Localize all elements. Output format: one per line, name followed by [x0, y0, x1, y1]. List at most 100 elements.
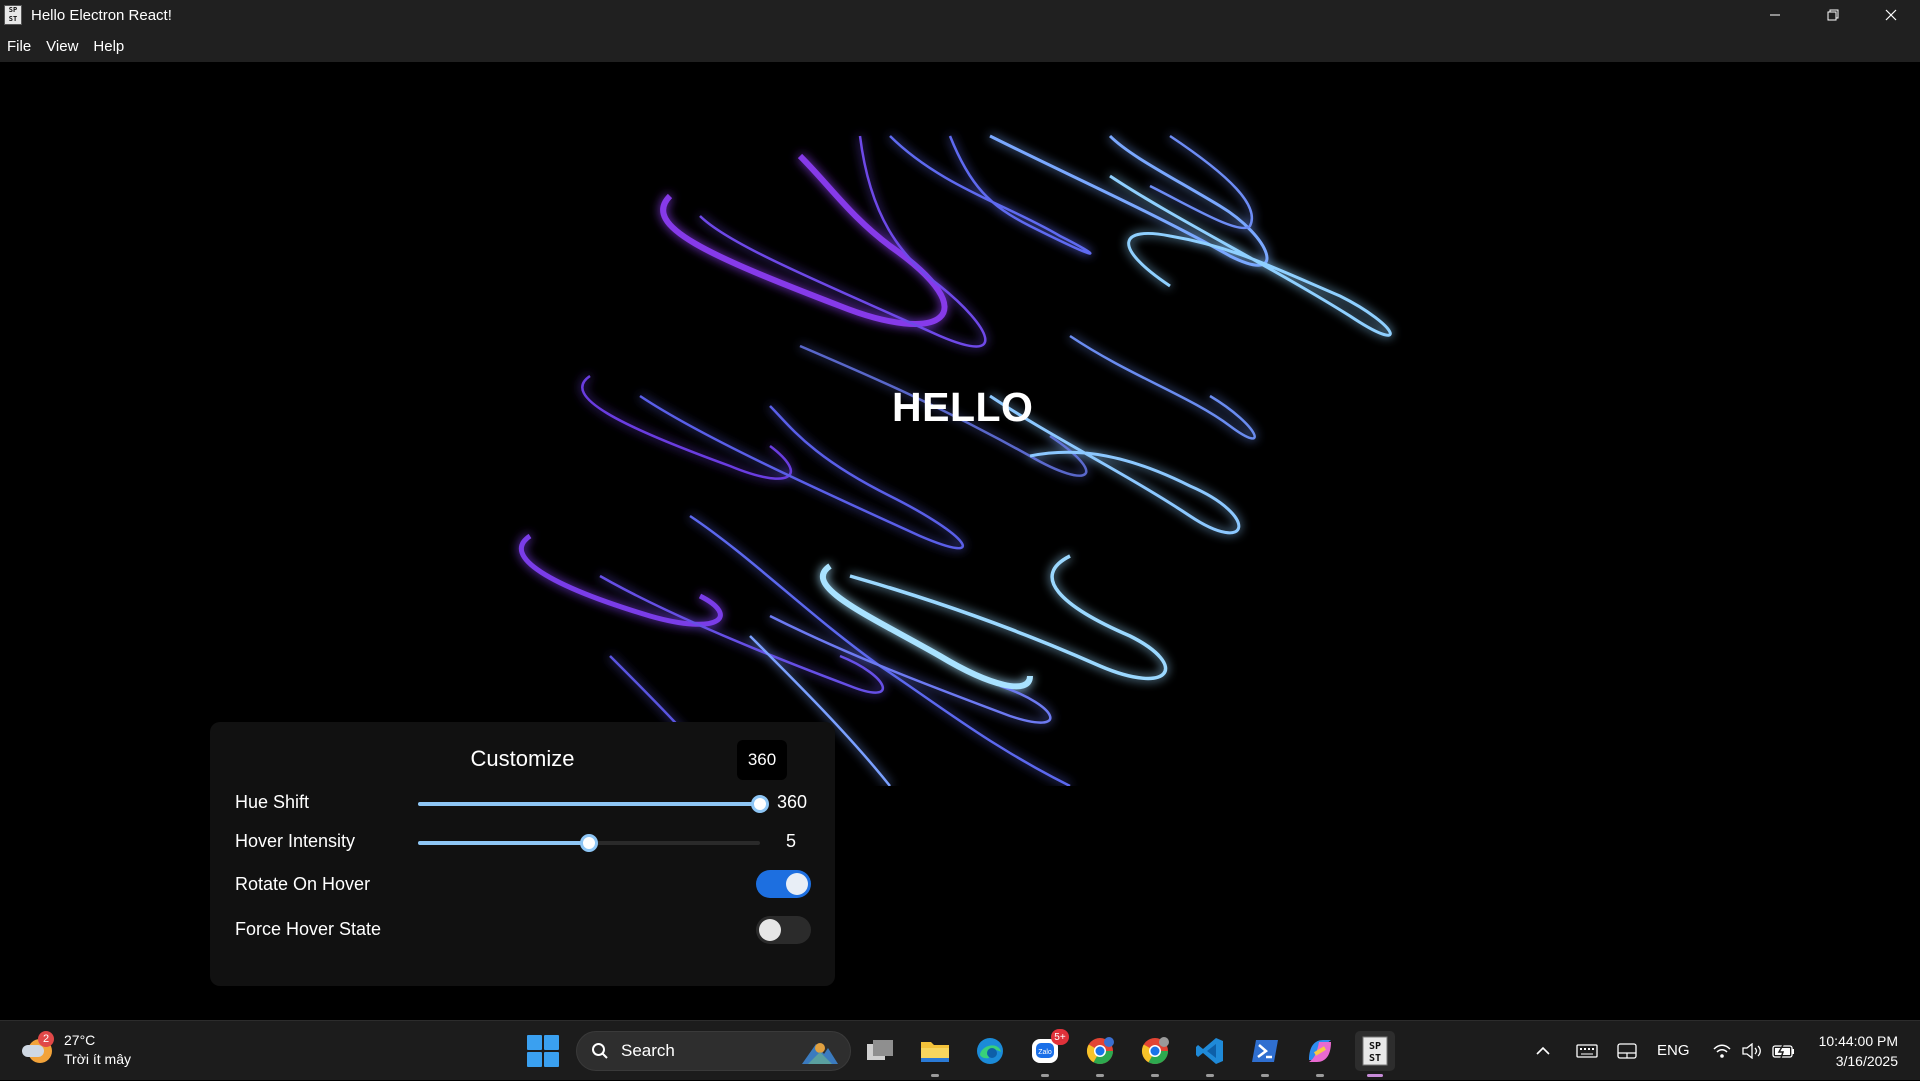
- weather-temperature: 27°C: [64, 1032, 96, 1048]
- windows-logo-tile: [527, 1052, 542, 1067]
- hover-intensity-slider-fill: [418, 841, 589, 845]
- running-indicator: [1316, 1074, 1324, 1077]
- edge-icon: [977, 1038, 1003, 1064]
- svg-text:ST: ST: [1369, 1053, 1381, 1064]
- powershell-icon: [1252, 1040, 1278, 1062]
- chrome-icon: [1086, 1037, 1114, 1065]
- chrome-button[interactable]: [1080, 1031, 1120, 1077]
- touchpad-icon: [1617, 1043, 1637, 1059]
- language-indicator[interactable]: ENG: [1657, 1042, 1690, 1059]
- weather-icon: 2: [22, 1031, 58, 1067]
- clock-time: 10:44:00 PM: [1818, 1033, 1898, 1049]
- rotate-on-hover-toggle[interactable]: [756, 870, 811, 898]
- edge-button[interactable]: [970, 1031, 1010, 1071]
- force-hover-state-toggle-knob: [759, 919, 781, 941]
- hover-intensity-slider[interactable]: [418, 834, 760, 852]
- menu-view[interactable]: View: [46, 38, 78, 55]
- vscode-icon: [1196, 1038, 1223, 1064]
- menu-bar: File View Help: [0, 30, 1920, 62]
- weather-widget[interactable]: 2 27°C Trời ít mây: [22, 1031, 131, 1069]
- svg-text:SP: SP: [1369, 1041, 1381, 1052]
- battery-tray-button[interactable]: [1772, 1021, 1796, 1081]
- weather-description: Trời ít mây: [64, 1051, 131, 1067]
- windows-logo-tile: [544, 1052, 559, 1067]
- copilot-icon: [1309, 1040, 1331, 1062]
- keyboard-icon: [1576, 1044, 1598, 1058]
- running-indicator: [1367, 1074, 1383, 1077]
- restore-button[interactable]: [1804, 0, 1862, 30]
- network-tray-button[interactable]: [1712, 1021, 1732, 1081]
- file-explorer-icon: [921, 1042, 949, 1062]
- clock-date: 3/16/2025: [1835, 1053, 1898, 1069]
- hue-shift-value: 360: [777, 792, 808, 812]
- wave-artwork[interactable]: [470, 96, 1450, 786]
- hover-intensity-value: 5: [786, 831, 797, 851]
- rotate-on-hover-toggle-knob: [786, 873, 808, 895]
- task-view-icon: [867, 1040, 893, 1060]
- minimize-icon: [1770, 14, 1780, 16]
- app-icon-text-top: SP: [8, 6, 18, 14]
- windows-logo-tile: [544, 1035, 559, 1050]
- slider-value-tooltip: 360: [737, 740, 787, 780]
- tray-overflow-button[interactable]: [1535, 1021, 1551, 1081]
- zalo-notification-badge: 5+: [1051, 1029, 1069, 1045]
- force-hover-state-toggle[interactable]: [756, 916, 811, 944]
- hue-shift-slider[interactable]: [418, 795, 769, 813]
- force-hover-state-label: Force Hover State: [235, 919, 382, 939]
- taskbar: 2 27°C Trời ít mây Search Zalo 5+ SP ST …: [0, 1020, 1920, 1080]
- rotate-on-hover-label: Rotate On Hover: [235, 874, 371, 894]
- app-icon: SP ST: [4, 5, 22, 25]
- copilot-button[interactable]: [1300, 1031, 1340, 1077]
- window-title: Hello Electron React!: [31, 6, 172, 24]
- zalo-button[interactable]: Zalo 5+: [1025, 1029, 1069, 1077]
- hover-intensity-slider-thumb[interactable]: [580, 834, 598, 852]
- running-indicator: [931, 1074, 939, 1077]
- volume-tray-button[interactable]: [1741, 1021, 1763, 1081]
- weather-text: 27°C Trời ít mây: [64, 1031, 131, 1069]
- cloud-shape: [22, 1045, 44, 1057]
- electron-app-button[interactable]: SP ST: [1355, 1031, 1395, 1077]
- electron-app-icon: SPST: [1362, 1036, 1388, 1066]
- customize-panel: Customize 360 Hue Shift 360 Hover Intens…: [210, 722, 835, 986]
- svg-text:Zalo: Zalo: [1038, 1049, 1052, 1056]
- minimize-button[interactable]: [1746, 0, 1804, 30]
- app-icon-text-bottom: ST: [8, 15, 18, 23]
- hue-shift-slider-thumb[interactable]: [751, 795, 769, 813]
- hue-shift-label: Hue Shift: [235, 792, 310, 812]
- powershell-button[interactable]: [1245, 1031, 1285, 1077]
- vscode-button[interactable]: [1190, 1031, 1230, 1077]
- search-icon: [592, 1043, 608, 1059]
- weather-badge: 2: [38, 1031, 54, 1047]
- start-button[interactable]: [527, 1035, 559, 1067]
- search-highlight-icon: [802, 1043, 838, 1064]
- chrome-icon: [1141, 1037, 1169, 1065]
- keyboard-tray-button[interactable]: [1576, 1021, 1598, 1081]
- close-button[interactable]: [1862, 0, 1920, 30]
- hover-intensity-label: Hover Intensity: [235, 831, 356, 851]
- chrome-button-2[interactable]: [1135, 1031, 1175, 1077]
- running-indicator: [1206, 1074, 1214, 1077]
- close-icon: [1885, 9, 1897, 21]
- taskbar-search[interactable]: Search: [576, 1031, 851, 1071]
- battery-charging-icon: [1772, 1044, 1794, 1059]
- hue-shift-slider-fill: [418, 802, 760, 806]
- running-indicator: [1041, 1074, 1049, 1077]
- volume-icon: [1742, 1043, 1761, 1059]
- system-clock[interactable]: 10:44:00 PM 3/16/2025: [1819, 1031, 1898, 1071]
- menu-file[interactable]: File: [7, 38, 31, 55]
- touchpad-tray-button[interactable]: [1617, 1021, 1637, 1081]
- chevron-up-icon: [1536, 1046, 1550, 1055]
- hello-heading: HELLO: [892, 384, 1034, 430]
- file-explorer-button[interactable]: [915, 1031, 955, 1077]
- running-indicator: [1261, 1074, 1269, 1077]
- running-indicator: [1151, 1074, 1159, 1077]
- windows-logo-tile: [527, 1035, 542, 1050]
- title-bar: SP ST Hello Electron React!: [0, 0, 1920, 30]
- wifi-icon: [1713, 1044, 1731, 1058]
- restore-icon: [1827, 9, 1839, 21]
- task-view-button[interactable]: [860, 1031, 900, 1071]
- main-content: HELLO Customize 360 Hue Shift 360 Hover …: [0, 62, 1920, 1020]
- window-controls: [1746, 0, 1920, 30]
- running-indicator: [1096, 1074, 1104, 1077]
- menu-help[interactable]: Help: [93, 38, 124, 55]
